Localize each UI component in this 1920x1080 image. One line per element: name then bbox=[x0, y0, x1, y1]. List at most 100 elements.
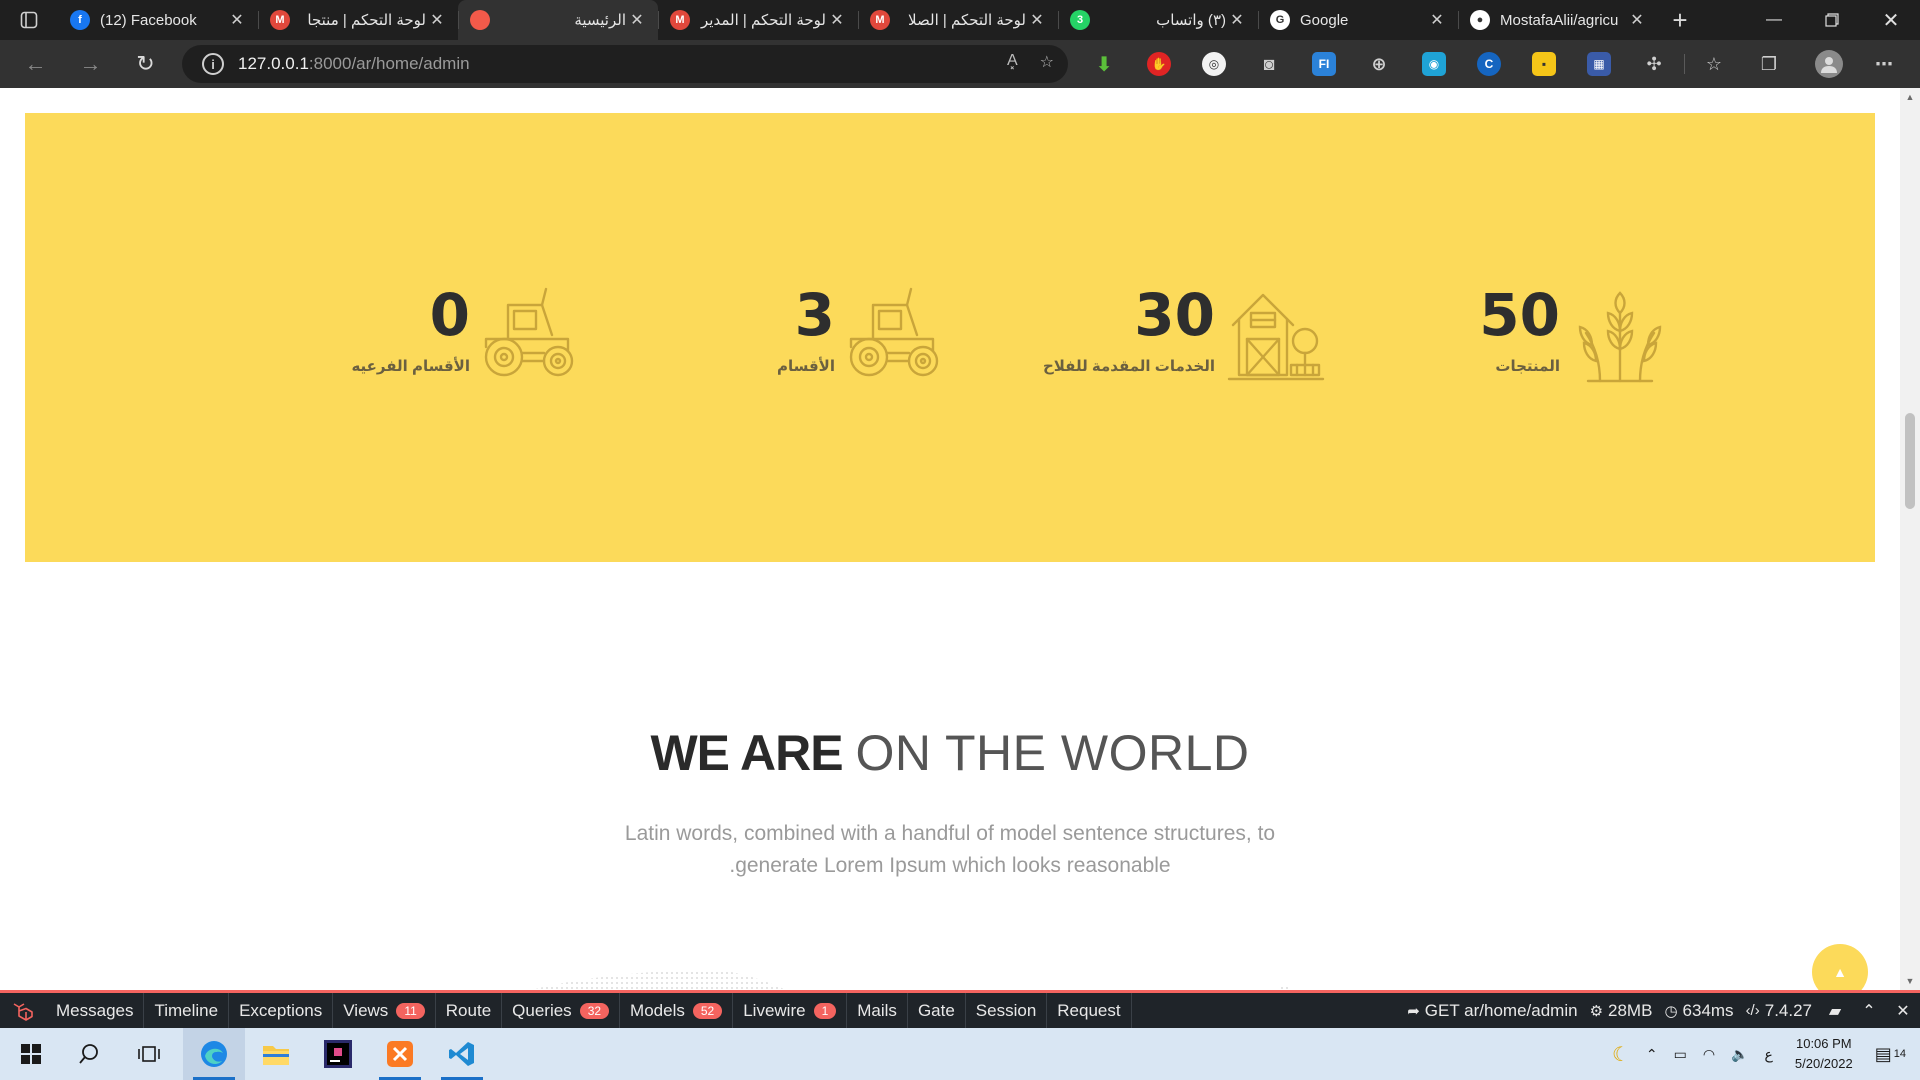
adblock-extension-icon[interactable]: ✋ bbox=[1147, 52, 1171, 76]
night-mode-icon[interactable]: ☾ bbox=[1604, 1042, 1638, 1067]
browser-tab[interactable]: M لوحة التحكم | الصلا ✕ bbox=[858, 0, 1058, 40]
close-tab-icon[interactable]: ✕ bbox=[1626, 10, 1648, 30]
tab-title: MostafaAlii/agricu bbox=[1500, 11, 1619, 29]
memory-indicator[interactable]: ⚙ 28MB bbox=[1584, 1001, 1659, 1021]
scrollbar-thumb[interactable] bbox=[1905, 413, 1915, 509]
scroll-up-arrow-icon[interactable]: ▲ bbox=[1900, 92, 1920, 102]
debugbar-tab-mails[interactable]: Mails bbox=[847, 993, 908, 1028]
debugbar-tab-queries[interactable]: Queries 32 bbox=[502, 993, 621, 1028]
globe-extension-icon[interactable]: ⊕ bbox=[1367, 52, 1391, 76]
debugbar-tab-timeline[interactable]: Timeline bbox=[144, 993, 230, 1028]
debugbar-tab-livewire[interactable]: Livewire 1 bbox=[733, 993, 848, 1028]
forward-button[interactable]: → bbox=[63, 40, 118, 88]
download-extension-icon[interactable]: ⬇ bbox=[1092, 52, 1116, 76]
start-button[interactable] bbox=[0, 1028, 62, 1080]
taskbar-xampp[interactable] bbox=[369, 1028, 431, 1080]
browser-tab[interactable]: الرئيسية ✕ bbox=[458, 0, 658, 40]
close-window-button[interactable]: ✕ bbox=[1862, 0, 1920, 40]
back-button[interactable]: ← bbox=[8, 40, 63, 88]
browser-tab[interactable]: 3 (٣) واتساب ✕ bbox=[1058, 0, 1258, 40]
address-bar[interactable]: i 127.0.0.1:8000/ar/home/admin A͓ ☆ bbox=[182, 45, 1068, 83]
input-language[interactable]: ع bbox=[1757, 1046, 1781, 1063]
refresh-button[interactable]: ↻ bbox=[118, 40, 173, 88]
yellow-extension-icon[interactable]: ▪ bbox=[1532, 52, 1556, 76]
scroll-down-arrow-icon[interactable]: ▼ bbox=[1900, 976, 1920, 986]
page-viewport: 50 المنتجات 30 الخدمات المقدمة للفلاح 3 … bbox=[0, 88, 1900, 990]
minimize-button[interactable]: — bbox=[1745, 0, 1803, 40]
close-tab-icon[interactable]: ✕ bbox=[1426, 10, 1448, 30]
search-button[interactable] bbox=[58, 1028, 120, 1080]
restore-button[interactable] bbox=[1803, 0, 1861, 40]
add-favorite-icon[interactable]: ☆ bbox=[1040, 52, 1054, 72]
browser-tab[interactable]: M لوحة التحكم | منتجا ✕ bbox=[258, 0, 458, 40]
open-folder-icon[interactable]: ▰ bbox=[1818, 993, 1852, 1028]
debugbar-tab-messages[interactable]: Messages bbox=[46, 993, 145, 1028]
stat-number: 50 bbox=[1479, 281, 1560, 349]
more-options-icon[interactable]: ⋯ bbox=[1872, 52, 1896, 76]
tab-actions-icon bbox=[20, 11, 38, 29]
count-badge: 52 bbox=[692, 1002, 723, 1019]
camera-extension-icon[interactable]: ◙ bbox=[1257, 52, 1281, 76]
time-indicator[interactable]: ◷ 634ms bbox=[1658, 1001, 1739, 1021]
cogs-icon: ⚙ bbox=[1589, 1002, 1604, 1020]
chevron-up-icon[interactable]: ⌃ bbox=[1852, 993, 1886, 1028]
folder-icon bbox=[263, 1046, 289, 1065]
clock[interactable]: 10:06 PM 5/20/2022 bbox=[1781, 1034, 1867, 1074]
taskbar-vscode[interactable] bbox=[431, 1028, 493, 1080]
taskbar-jetbrains[interactable] bbox=[307, 1028, 369, 1080]
battery-icon[interactable]: ▭ bbox=[1666, 1046, 1695, 1063]
close-tab-icon[interactable]: ✕ bbox=[426, 10, 448, 30]
debugbar-tabs: Messages Timeline Exceptions Views 11 Route Qu… bbox=[46, 993, 1132, 1028]
close-tab-icon[interactable]: ✕ bbox=[1226, 10, 1248, 30]
extension-circle-icon[interactable]: ◎ bbox=[1202, 52, 1226, 76]
extensions-icon[interactable]: ✣ bbox=[1642, 52, 1666, 76]
red-circle-icon bbox=[470, 10, 490, 30]
jetbrains-icon bbox=[324, 1040, 352, 1068]
close-tab-icon[interactable]: ✕ bbox=[226, 10, 248, 30]
debugbar-tab-session[interactable]: Session bbox=[966, 993, 1048, 1028]
task-view-icon bbox=[138, 1046, 160, 1062]
tab-actions-button[interactable] bbox=[0, 0, 58, 40]
collections-icon[interactable]: ❐ bbox=[1757, 52, 1781, 76]
browser-tab[interactable]: ● MostafaAlii/agricu ✕ bbox=[1458, 0, 1658, 40]
laravel-logo-icon[interactable] bbox=[0, 993, 46, 1028]
target-extension-icon[interactable]: ◉ bbox=[1422, 52, 1446, 76]
read-aloud-icon[interactable]: A͓ bbox=[1007, 52, 1018, 72]
debugbar-tab-route[interactable]: Route bbox=[436, 993, 503, 1028]
browser-tab[interactable]: M لوحة التحكم | المدير ✕ bbox=[658, 0, 858, 40]
debugbar-summary: ➦ GET ar/home/admin ⚙ 28MB ◷ 634ms ‹/› 7.4.2… bbox=[1401, 993, 1920, 1028]
stat-label: الخدمات المقدمة للفلاح bbox=[1042, 358, 1215, 375]
close-tab-icon[interactable]: ✕ bbox=[1026, 10, 1048, 30]
debugbar-tab-models[interactable]: Models 52 bbox=[620, 993, 734, 1028]
browser-tab[interactable]: G Google ✕ bbox=[1258, 0, 1458, 40]
close-tab-icon[interactable]: ✕ bbox=[826, 10, 848, 30]
debugbar-tab-label: Gate bbox=[917, 1000, 955, 1020]
browser-tab[interactable]: f (12) Facebook ✕ bbox=[58, 0, 258, 40]
close-tab-icon[interactable]: ✕ bbox=[626, 10, 648, 30]
debugbar-tab-request[interactable]: Request bbox=[1047, 993, 1132, 1028]
php-version-indicator[interactable]: ‹/› 7.4.27 bbox=[1740, 1001, 1818, 1021]
favorites-icon[interactable]: ☆ bbox=[1702, 52, 1726, 76]
notifications-button[interactable]: ▤ 14 bbox=[1867, 1044, 1920, 1065]
profile-avatar[interactable] bbox=[1815, 50, 1843, 78]
new-tab-button[interactable]: + bbox=[1658, 0, 1702, 40]
wifi-icon[interactable]: ◠ bbox=[1695, 1046, 1723, 1063]
translate-extension-icon[interactable]: ▦ bbox=[1587, 52, 1611, 76]
tab-list: f (12) Facebook ✕ M لوحة التحكم | منتجا ✕ الرئ… bbox=[58, 0, 1658, 40]
debugbar-tab-gate[interactable]: Gate bbox=[908, 993, 966, 1028]
stat-categories: 3 الأقسام bbox=[645, 283, 945, 393]
task-view-button[interactable] bbox=[118, 1028, 180, 1080]
taskbar-edge[interactable] bbox=[183, 1028, 245, 1080]
volume-icon[interactable]: 🔈 bbox=[1723, 1046, 1756, 1063]
chevron-up-icon[interactable]: ⌃ bbox=[1638, 1046, 1666, 1063]
close-debugbar-icon[interactable]: ✕ bbox=[1886, 993, 1920, 1028]
blue-extension-icon[interactable]: C bbox=[1477, 52, 1501, 76]
site-info-icon[interactable]: i bbox=[202, 53, 224, 75]
page-scrollbar[interactable]: ▲ ▼ bbox=[1900, 88, 1920, 990]
taskbar-file-explorer[interactable] bbox=[245, 1028, 307, 1080]
debugbar-tab-exceptions[interactable]: Exceptions bbox=[229, 993, 334, 1028]
debugbar-tab-views[interactable]: Views 11 bbox=[333, 993, 436, 1028]
fi-extension-icon[interactable]: FI bbox=[1312, 52, 1336, 76]
request-indicator[interactable]: ➦ GET ar/home/admin bbox=[1401, 1001, 1583, 1021]
scroll-to-top-button[interactable]: ▲ bbox=[1812, 944, 1868, 990]
